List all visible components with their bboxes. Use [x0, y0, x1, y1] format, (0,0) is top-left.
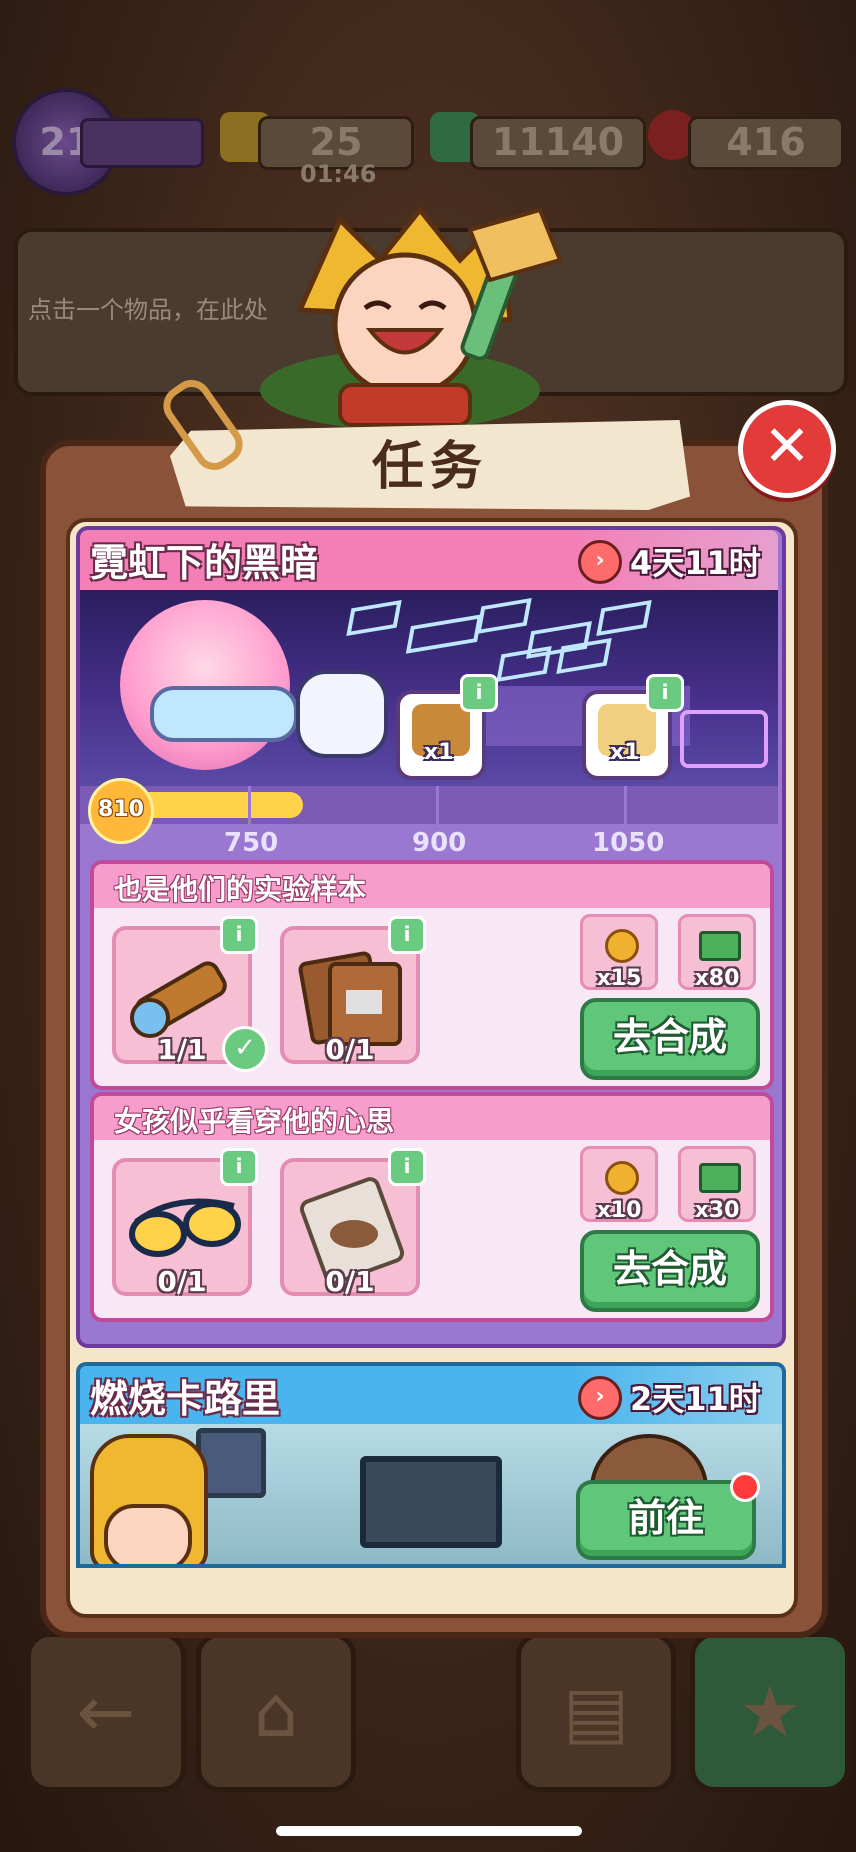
info-icon[interactable]: i [388, 1148, 426, 1186]
go-craft-button[interactable]: 去合成 [580, 998, 760, 1080]
event-points: 810 [98, 797, 144, 822]
notification-dot [730, 1472, 760, 1502]
item-count: 0/1 [325, 1265, 375, 1298]
neon-girl-character [120, 600, 290, 770]
modal-title: 任务 [371, 437, 488, 497]
gem-value: 416 [726, 120, 806, 164]
item-count: 0/1 [325, 1033, 375, 1066]
milestone-tick [248, 786, 251, 824]
event-name: 霓虹下的黑暗 [90, 541, 319, 585]
shop-basket-button[interactable]: ▤ [516, 1632, 676, 1792]
task-title: 女孩似乎看穿他的心思 [114, 1105, 395, 1138]
robot-character [296, 670, 388, 758]
info-icon[interactable]: i [220, 916, 258, 954]
chef-character-illustration [260, 205, 563, 430]
item-count: 0/1 [157, 1265, 207, 1298]
reward-count-2: x1 [610, 740, 640, 765]
reward-flower-coin: x10 [580, 1146, 658, 1223]
clock-icon: › [578, 540, 622, 584]
milestone-label: 900 [412, 828, 467, 858]
flower-coin-icon [605, 929, 639, 963]
event-timer: 4天11时 [630, 544, 761, 582]
gem-counter[interactable]: 416 [688, 116, 844, 170]
info-icon[interactable]: i [646, 674, 684, 712]
info-icon[interactable]: i [388, 916, 426, 954]
cash-counter[interactable]: 11140 [470, 116, 646, 170]
event2-name: 燃烧卡路里 [90, 1377, 281, 1421]
clock-icon: › [578, 1376, 622, 1420]
check-icon: ✓ [222, 1026, 268, 1072]
reward-cash: x30 [678, 1146, 756, 1223]
task-card-1: 也是他们的实验样本 1/1 ✓ i 0/1 i x15 x80 去合成 [90, 860, 774, 1090]
cash-value: 11140 [491, 120, 625, 164]
task-title: 也是他们的实验样本 [114, 873, 367, 906]
milestone-tick [436, 786, 439, 824]
info-icon[interactable]: i [220, 1148, 258, 1186]
reward-count: x15 [596, 966, 642, 991]
backpack-button[interactable]: ⌂ [196, 1632, 356, 1792]
energy-timer: 01:46 [300, 160, 377, 188]
reward-cash: x80 [678, 914, 756, 991]
xp-bar [80, 118, 204, 168]
cash-icon [699, 1163, 741, 1193]
reward-count: x80 [694, 966, 740, 991]
reward-count: x10 [596, 1198, 642, 1223]
flower-coin-icon [605, 1161, 639, 1195]
go-craft-button[interactable]: 去合成 [580, 1230, 760, 1312]
back-arrow-button[interactable]: ← [26, 1632, 186, 1792]
monitor-illustration [360, 1456, 502, 1548]
item-info-hint: 点击一个物品，在此处 [28, 296, 268, 324]
event2-timer: 2天11时 [630, 1380, 761, 1418]
milestone-label: 1050 [592, 828, 665, 858]
task-card-2: 女孩似乎看穿他的心思 0/1 i 0/1 i x10 x30 去合成 [90, 1092, 774, 1322]
goggles-icon [150, 686, 298, 742]
info-icon[interactable]: i [460, 674, 498, 712]
reward-flower-coin: x15 [580, 914, 658, 991]
go-to-event-button[interactable]: 前往 [576, 1480, 756, 1560]
cash-icon [699, 931, 741, 961]
reward-count-1: x1 [424, 740, 454, 765]
reward-count: x30 [694, 1198, 740, 1223]
star-button[interactable]: ★ [690, 1632, 850, 1792]
energy-value: 25 [309, 120, 363, 164]
milestone-label: 750 [224, 828, 279, 858]
event-points-badge: 810 [88, 778, 154, 844]
close-button[interactable]: ✕ [738, 400, 836, 498]
home-indicator[interactable] [276, 1826, 582, 1836]
milestone-tick [624, 786, 627, 824]
close-icon: ✕ [763, 414, 811, 479]
